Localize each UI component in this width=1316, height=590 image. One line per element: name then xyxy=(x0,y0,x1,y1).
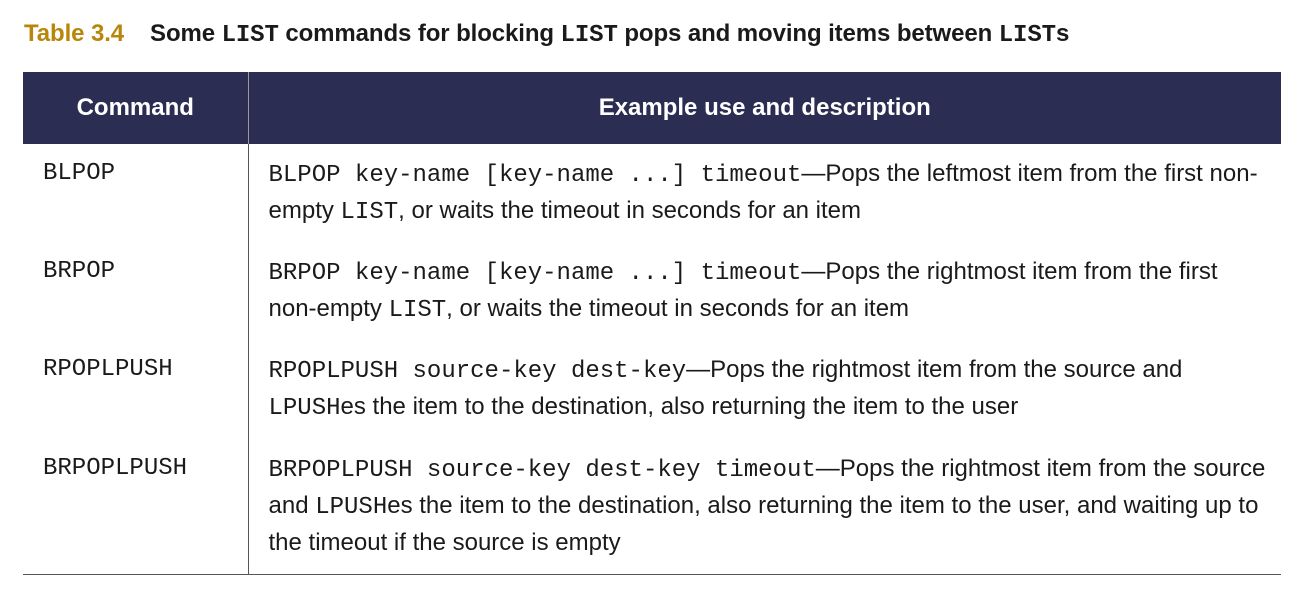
caption-text: Some LIST commands for blocking LIST pop… xyxy=(150,20,1070,49)
usage-code: BRPOPLPUSH source-key dest-key timeout xyxy=(268,457,816,484)
caption-code: LIST xyxy=(221,22,279,49)
description-text: , or waits the timeout in seconds for an… xyxy=(446,295,910,322)
table-row: BRPOP BRPOP key-name [key-name ...] time… xyxy=(23,242,1281,340)
column-header-description: Example use and description xyxy=(248,72,1281,144)
description-text: es the item to the destination, also ret… xyxy=(340,393,1019,420)
inline-code: LPUSH xyxy=(315,494,388,521)
inline-code: LPUSH xyxy=(268,395,341,422)
command-cell: BLPOP xyxy=(23,144,249,242)
table-number: Table 3.4 xyxy=(24,20,125,47)
description-cell: BLPOP key-name [key-name ...] timeout—Po… xyxy=(248,144,1281,242)
description-cell: BRPOPLPUSH source-key dest-key timeout—P… xyxy=(248,438,1281,575)
commands-table: Command Example use and description BLPO… xyxy=(23,72,1281,575)
usage-code: BRPOP key-name [key-name ...] timeout xyxy=(268,260,802,287)
column-header-command: Command xyxy=(23,72,249,144)
caption-text-part: Some xyxy=(150,20,222,47)
description-cell: BRPOP key-name [key-name ...] timeout—Po… xyxy=(248,242,1281,340)
caption-text-part: commands for blocking xyxy=(278,20,561,47)
table-caption: Table 3.4 Some LIST commands for blocking… xyxy=(24,20,1069,49)
description-cell: RPOPLPUSH source-key dest-key—Pops the r… xyxy=(248,340,1281,438)
inline-code: LIST xyxy=(388,297,447,324)
table-row: RPOPLPUSH RPOPLPUSH source-key dest-key—… xyxy=(23,340,1281,438)
table-row: BLPOP BLPOP key-name [key-name ...] time… xyxy=(23,144,1281,242)
usage-code: BLPOP key-name [key-name ...] timeout xyxy=(268,162,802,189)
description-text: —Pops the rightmost item from the source… xyxy=(686,356,1183,383)
caption-code: LIST xyxy=(998,22,1056,49)
table-row: BRPOPLPUSH BRPOPLPUSH source-key dest-ke… xyxy=(23,438,1281,575)
description-text: , or waits the timeout in seconds for an… xyxy=(398,197,862,224)
inline-code: LIST xyxy=(340,199,399,226)
caption-code: LIST xyxy=(560,22,618,49)
command-cell: RPOPLPUSH xyxy=(23,340,249,438)
command-cell: BRPOP xyxy=(23,242,249,340)
table-header-row: Command Example use and description xyxy=(23,72,1281,144)
usage-code: RPOPLPUSH source-key dest-key xyxy=(268,358,687,385)
caption-text-part: pops and moving items between xyxy=(617,20,999,47)
description-text: es the item to the destination, also ret… xyxy=(268,492,1259,556)
command-cell: BRPOPLPUSH xyxy=(23,438,249,575)
caption-text-part: s xyxy=(1055,20,1070,47)
